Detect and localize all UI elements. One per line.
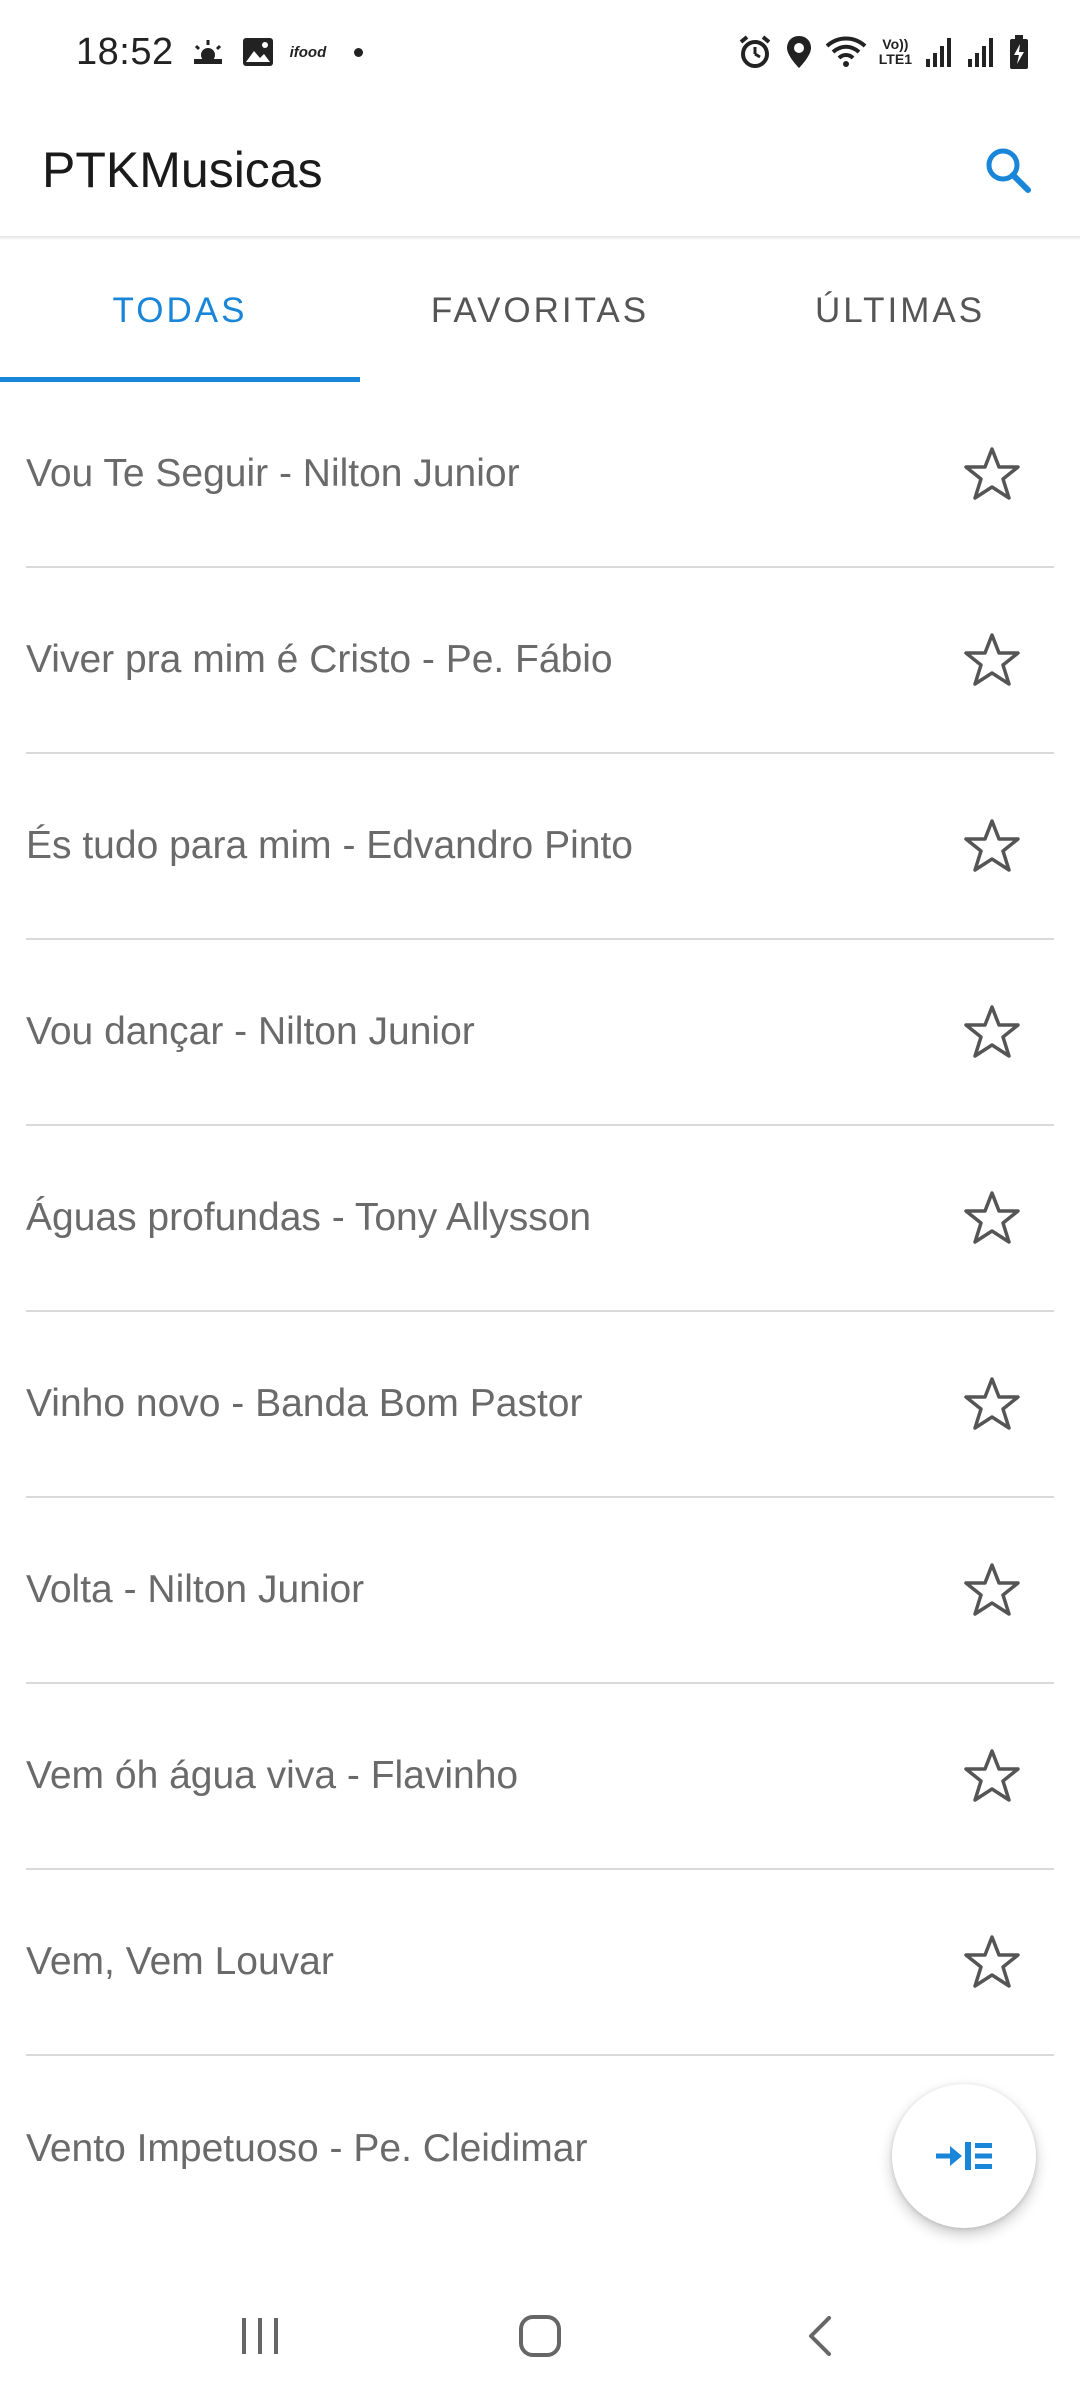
app-title: PTKMusicas: [42, 142, 323, 198]
volte-line1: Vo)): [882, 36, 909, 52]
star-outline-icon: [964, 1935, 1020, 1988]
song-title: Vinho novo - Banda Bom Pastor: [26, 1382, 583, 1425]
search-button[interactable]: [972, 134, 1044, 206]
recent-apps-icon: [242, 2318, 278, 2354]
search-icon: [986, 148, 1031, 193]
ifood-icon: ifood: [289, 43, 327, 61]
list-item[interactable]: Vou dançar - Nilton Junior: [26, 940, 1054, 1126]
dot-icon: [354, 47, 364, 57]
location-icon: [785, 34, 813, 70]
tab-label: ÚLTIMAS: [814, 291, 986, 330]
list-item[interactable]: Vem, Vem Louvar: [26, 1870, 1054, 2056]
song-title: Vem, Vem Louvar: [26, 1940, 334, 1983]
volte-icon: Vo)) LTE1: [879, 37, 912, 67]
recent-apps-button[interactable]: [210, 2286, 310, 2386]
song-title: Águas profundas - Tony Allysson: [26, 1196, 592, 1239]
favorite-button[interactable]: [952, 620, 1032, 700]
tab-favoritas[interactable]: FAVORITAS: [360, 240, 720, 382]
star-outline-icon: [964, 1563, 1020, 1616]
volte-line2: LTE1: [878, 51, 912, 67]
back-button[interactable]: [770, 2286, 870, 2386]
favorite-button[interactable]: [952, 806, 1032, 886]
song-title: Viver pra mim é Cristo - Pe. Fábio: [26, 638, 613, 681]
status-right: Vo)) LTE1: [737, 34, 1030, 70]
favorite-button[interactable]: [952, 1178, 1032, 1258]
tab-ultimas[interactable]: ÚLTIMAS: [720, 240, 1080, 382]
star-outline-icon: [964, 819, 1020, 872]
signal-icon: [924, 35, 954, 69]
star-outline-icon: [964, 447, 1020, 500]
home-icon: [519, 2315, 561, 2357]
signal-icon: [966, 35, 996, 69]
status-time: 18:52: [76, 30, 174, 73]
song-list: Vou Te Seguir - Nilton Junior Viver pra …: [26, 382, 1054, 2242]
favorite-button[interactable]: [952, 434, 1032, 514]
favorite-button[interactable]: [952, 1736, 1032, 1816]
image-icon: [242, 37, 274, 67]
favorite-button[interactable]: [952, 1922, 1032, 2002]
favorite-button[interactable]: [952, 992, 1032, 1072]
favorite-button[interactable]: [952, 1550, 1032, 1630]
navigation-bar: [0, 2272, 1080, 2400]
favorite-button[interactable]: [952, 1364, 1032, 1444]
list-item[interactable]: Vou Te Seguir - Nilton Junior: [26, 382, 1054, 568]
list-item[interactable]: Águas profundas - Tony Allysson: [26, 1126, 1054, 1312]
list-item[interactable]: Viver pra mim é Cristo - Pe. Fábio: [26, 568, 1054, 754]
star-outline-icon: [964, 1191, 1020, 1244]
star-outline-icon: [964, 633, 1020, 686]
back-icon: [809, 2316, 831, 2356]
star-outline-icon: [964, 1005, 1020, 1058]
song-title: És tudo para mim - Edvandro Pinto: [26, 824, 633, 867]
song-title: Vento Impetuoso - Pe. Cleidimar: [26, 2127, 588, 2170]
alarm-icon: [737, 34, 773, 70]
tab-label: FAVORITAS: [430, 291, 650, 330]
status-left: 18:52 ifood: [76, 30, 364, 74]
tab-label: TODAS: [112, 291, 248, 330]
tab-bar: TODAS FAVORITAS ÚLTIMAS: [0, 240, 1080, 382]
battery-charging-icon: [1008, 34, 1030, 70]
screen: 18:52 ifood Vo)) LTE1 PTKMusicas TODAS F…: [0, 0, 1080, 2400]
star-outline-icon: [964, 1377, 1020, 1430]
list-item[interactable]: Vem óh água viva - Flavinho: [26, 1684, 1054, 1870]
song-title: Volta - Nilton Junior: [26, 1568, 365, 1611]
weather-sunset-icon: [190, 37, 226, 67]
status-bar: 18:52 ifood Vo)) LTE1: [0, 0, 1080, 104]
star-outline-icon: [964, 1749, 1020, 1802]
song-title: Vou Te Seguir - Nilton Junior: [26, 452, 520, 495]
wifi-icon: [825, 35, 867, 69]
home-button[interactable]: [490, 2286, 590, 2386]
list-item[interactable]: Vinho novo - Banda Bom Pastor: [26, 1312, 1054, 1498]
song-title: Vou dançar - Nilton Junior: [26, 1010, 475, 1053]
list-item[interactable]: És tudo para mim - Edvandro Pinto: [26, 754, 1054, 940]
indent-list-icon: [936, 2142, 992, 2170]
fab-button[interactable]: [892, 2084, 1036, 2228]
app-bar: PTKMusicas: [0, 104, 1080, 236]
list-item[interactable]: Volta - Nilton Junior: [26, 1498, 1054, 1684]
tab-todas[interactable]: TODAS: [0, 240, 360, 382]
song-title: Vem óh água viva - Flavinho: [26, 1754, 519, 1797]
